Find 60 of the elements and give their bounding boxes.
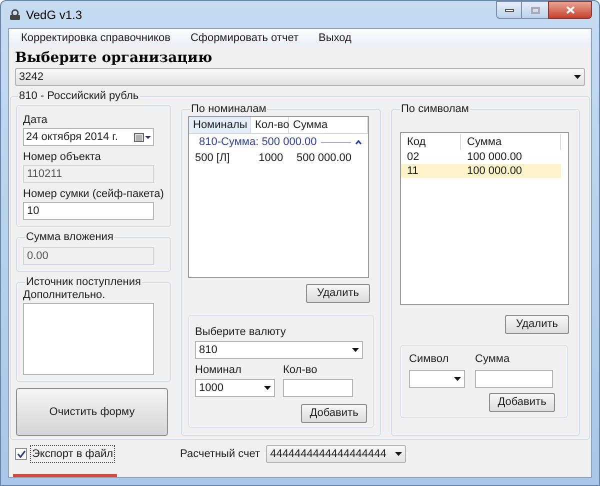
table-row[interactable]: 11 100 000.00 — [401, 164, 561, 178]
table-cell-text: 100 000.00 — [466, 150, 524, 165]
field-label: Дополнительно. — [23, 289, 106, 302]
window-title: VedG v1.3 — [26, 6, 82, 24]
app-icon — [8, 8, 22, 22]
checkmark-icon — [16, 450, 26, 458]
group-title: 810 - Российский рубль — [18, 90, 140, 103]
field-label: Расчетный счет — [180, 446, 260, 462]
column-header[interactable]: Номиналы — [189, 117, 251, 133]
dropdown[interactable]: 810 — [195, 341, 363, 359]
menu-item[interactable]: Корректировка справочников — [21, 30, 170, 46]
field-label: Дата — [23, 114, 48, 127]
group-title: По символам — [400, 103, 470, 116]
dropdown-arrow-icon — [264, 386, 271, 390]
close-icon — [566, 6, 574, 14]
table-cell-text: 100 000.00 — [466, 164, 524, 179]
minimize-button[interactable] — [496, 1, 522, 19]
action-button[interactable]: Удалить — [505, 315, 569, 334]
clear-form-button[interactable]: Очистить форму — [16, 388, 168, 436]
group-header[interactable]: 810-Сумма: 500 000.00 — [199, 134, 317, 150]
table-cell-text: 500 000.00 — [295, 150, 353, 166]
text-field[interactable] — [283, 379, 353, 397]
dropdown[interactable] — [409, 370, 465, 388]
dropdown-arrow-icon — [454, 377, 461, 381]
field-label: Номер объекта — [23, 151, 102, 164]
collapse-chevron-icon[interactable] — [355, 140, 362, 144]
text-field[interactable] — [475, 370, 553, 388]
dropdown[interactable]: 3242 — [15, 68, 585, 86]
checkbox[interactable] — [15, 448, 27, 460]
field-label: Сумма — [475, 353, 511, 366]
table-cell-text: 1000 — [258, 150, 284, 166]
maximize-button[interactable] — [522, 1, 548, 19]
section-heading: Выберите организацию — [14, 49, 214, 67]
text-area[interactable] — [23, 303, 154, 375]
close-button[interactable] — [548, 1, 592, 19]
group-title: Сумма вложения — [25, 231, 114, 244]
group-title: По номиналам — [190, 103, 268, 116]
menu-item[interactable]: Сформировать отчет — [190, 30, 298, 46]
calendar-icon — [134, 132, 151, 142]
date-picker[interactable]: 24 октября 2014 г. — [23, 128, 154, 146]
action-button[interactable]: Удалить — [306, 284, 370, 303]
table-cell-text: 02 — [406, 150, 420, 165]
table-cell-text: 500 [Л] — [194, 150, 231, 166]
field-label: Кол-во — [283, 364, 318, 377]
dropdown[interactable]: 4444444444444444444 — [266, 445, 406, 463]
field-label: Выберите валюту — [195, 326, 287, 339]
dropdown-arrow-icon — [574, 75, 581, 79]
dropdown-arrow-icon — [352, 348, 359, 352]
field-label: Номинал — [195, 364, 242, 377]
text-field[interactable]: 10 — [23, 202, 154, 220]
action-button[interactable]: Добавить — [301, 404, 367, 423]
table-cell-text: 11 — [406, 164, 420, 179]
field-label: Символ — [409, 353, 450, 366]
dropdown-arrow-icon — [395, 452, 402, 456]
checkbox-label[interactable]: Экспорт в файл — [30, 444, 116, 464]
dropdown[interactable]: 1000 — [195, 379, 275, 397]
group-title: Источник поступления — [25, 276, 142, 289]
field-label: Номер сумки (сейф-пакета) — [23, 188, 164, 201]
menu-item[interactable]: Выход — [318, 30, 352, 46]
action-button[interactable]: Добавить — [489, 393, 555, 412]
